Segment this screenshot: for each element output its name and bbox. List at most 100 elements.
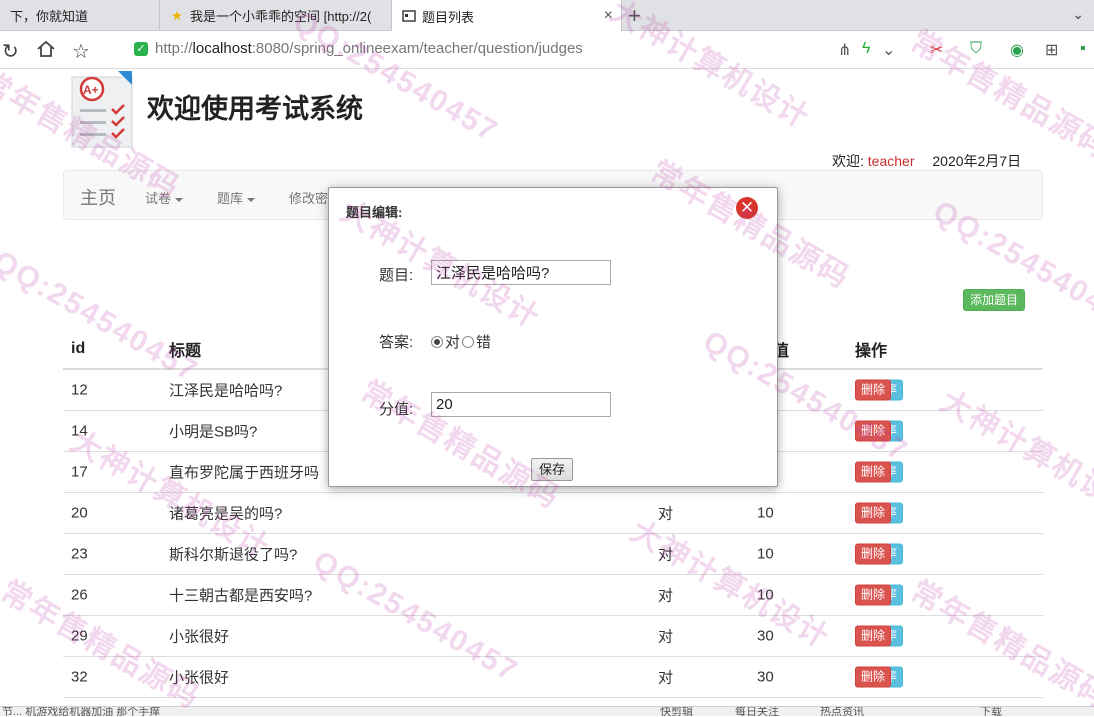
delete-button[interactable]: 删除 [855,666,892,688]
cell-answer: 对 [658,587,674,605]
cell-title: 诸葛亮是吴的吗? [169,505,283,523]
browser-tab[interactable]: ★ 我是一个小乖乖的空间 [http://2( [160,0,392,31]
apps-grid-icon[interactable]: ⊞ [1045,40,1058,60]
cell-score: 10 [757,545,774,563]
current-date: 2020年2月7日 [932,153,1022,169]
answer-true-label: 对 [445,334,461,351]
extension-icon[interactable]: ▪ [1080,40,1086,58]
secure-shield-icon: ✓ [134,41,148,56]
browser-tab[interactable]: 下，你就知道 [0,0,160,31]
status-item[interactable]: 每日关注 [735,707,779,716]
cell-title: 直布罗陀属于西班牙吗 [169,464,320,482]
answer-false-radio[interactable] [462,335,475,348]
cell-id: 32 [71,668,88,686]
table-row: 29小张很好对30编辑正答率删除 [63,616,1043,657]
svg-text:A+: A+ [83,83,99,97]
cell-answer: 对 [658,505,674,523]
column-header-title: 标题 [169,343,202,360]
chevron-down-icon[interactable]: ⌄ [882,40,895,60]
cell-id: 23 [71,545,88,563]
home-icon[interactable] [36,39,56,65]
status-item[interactable]: 快剪辑 [660,707,693,716]
scissors-icon[interactable]: ✂ [930,40,943,60]
url-field[interactable]: ✓ http://localhost:8080/spring_onlineexa… [134,40,583,57]
shield-icon[interactable]: ⛉ [970,40,982,58]
delete-button[interactable]: 删除 [855,625,892,647]
browser-tab-active[interactable]: 题目列表 × [392,0,622,32]
answer-radio-group: 对 错 [431,331,491,352]
delete-button[interactable]: 删除 [855,502,892,524]
caret-down-icon [247,197,256,202]
column-header-ops: 操作 [855,343,888,360]
question-label: 题目: [379,267,414,284]
url-prefix: http:// [155,40,193,57]
tab-label: 题目列表 [422,9,475,25]
score-input[interactable] [431,392,611,417]
cell-answer: 对 [658,546,674,564]
delete-button[interactable]: 删除 [855,379,892,401]
welcome-info: 欢迎: teacher 2020年2月7日 [832,151,1021,171]
refresh-icon[interactable]: ↻ [2,39,19,64]
browser-status-bar: 节... 机游戏给机器加油 那个手痒 快剪辑 每日关注 热点资讯 下载 [0,706,1094,716]
cell-title: 斯科尔斯退役了吗? [169,546,298,564]
nav-menu-question-bank[interactable]: 题库 [217,188,256,207]
delete-button[interactable]: 删除 [855,584,892,606]
cell-title: 小张很好 [169,669,230,687]
caret-down-icon [175,197,184,202]
add-question-button[interactable]: 添加题目 [963,289,1026,311]
save-button[interactable]: 保存 [531,458,574,481]
chevron-down-icon[interactable]: ⌄ [1072,6,1084,23]
answer-label: 答案: [379,334,414,351]
cell-answer: 对 [658,628,674,646]
column-header-id: id [71,340,86,357]
cell-id: 14 [71,422,88,440]
cell-id: 26 [71,586,88,604]
welcome-label: 欢迎: [832,153,864,169]
bookmark-star-icon[interactable]: ☆ [72,39,90,64]
page-icon [402,9,416,23]
star-icon: ★ [171,7,183,23]
url-host: localhost [192,40,252,57]
close-tab-icon[interactable]: × [604,7,613,25]
cell-title: 小张很好 [169,628,230,646]
nav-home[interactable]: 主页 [80,184,116,210]
nav-menu-papers[interactable]: 试卷 [145,188,184,207]
close-icon[interactable]: ✕ [736,197,758,219]
answer-true-radio[interactable] [431,335,443,348]
cell-score: 30 [757,627,774,645]
delete-button[interactable]: 删除 [855,461,892,483]
chat-icon[interactable]: ◉ [1010,40,1024,60]
table-row: 32小张很好对30编辑正答率删除 [63,657,1043,698]
cell-id: 17 [71,463,88,481]
status-item[interactable]: 热点资讯 [820,707,864,716]
url-path: :8080/spring_onlineexam/teacher/question… [251,40,583,57]
score-label: 分值: [379,401,414,418]
browser-tab-strip: 下，你就知道 ★ 我是一个小乖乖的空间 [http://2( 题目列表 × + … [0,0,1094,32]
cell-title: 十三朝古都是西安吗? [169,587,313,605]
address-bar: ↻ ☆ ✓ http://localhost:8080/spring_onlin… [0,31,1094,69]
nav-menu-change-password[interactable]: 修改密 [289,188,328,207]
new-tab-icon[interactable]: + [628,3,641,29]
cell-title: 小明是SB吗? [169,423,258,441]
exam-logo: A+ [70,71,135,149]
cell-answer: 对 [658,669,674,687]
table-row: 26十三朝古都是西安吗?对10编辑正答率删除 [63,575,1043,616]
site-title: 欢迎使用考试系统 [147,94,363,124]
question-input[interactable] [431,260,611,285]
nav-menu-label: 试卷 [145,191,172,206]
delete-button[interactable]: 删除 [855,543,892,565]
dialog-title: 题目编辑: [346,205,403,220]
delete-button[interactable]: 删除 [855,420,892,442]
nav-menu-label: 修改密 [289,191,329,206]
cell-title: 江泽民是哈哈吗? [169,382,283,400]
cell-id: 12 [71,381,88,399]
nav-menu-label: 题库 [217,191,244,206]
share-icon[interactable]: ⋔ [838,40,851,60]
table-row: 23斯科尔斯退役了吗?对10编辑正答率删除 [63,534,1043,575]
tab-label: 我是一个小乖乖的空间 [http://2( [190,9,372,24]
tab-label: 下，你就知道 [10,9,89,24]
cell-id: 29 [71,627,88,645]
status-item[interactable]: 下载 [980,707,1002,716]
lightning-icon[interactable]: ϟ [862,40,870,58]
cell-score: 10 [757,504,774,522]
